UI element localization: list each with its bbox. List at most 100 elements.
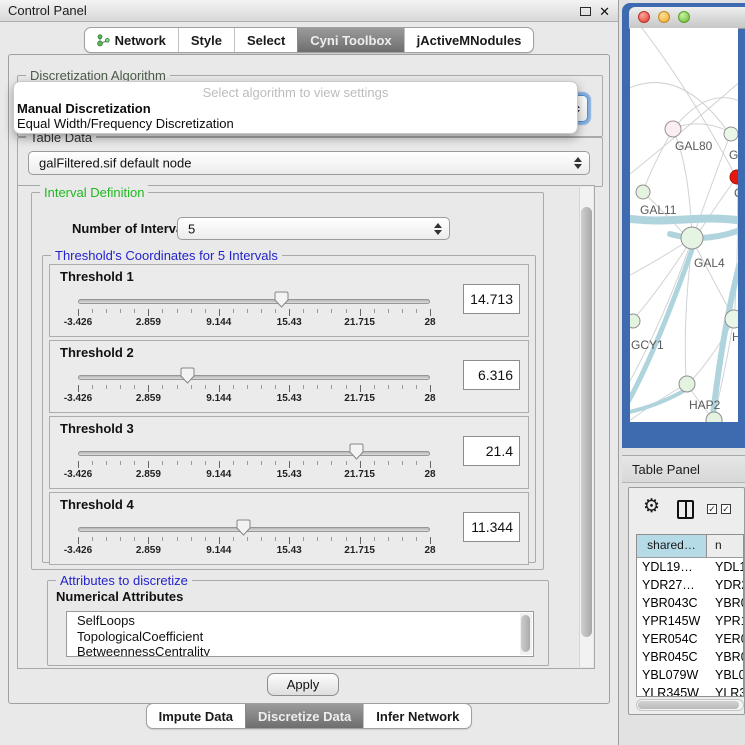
tick-mark — [289, 385, 290, 392]
tab-label: Select — [247, 33, 285, 48]
table-cell: YPR1 — [707, 612, 743, 630]
tab-network[interactable]: Network — [85, 28, 178, 52]
edge[interactable] — [643, 130, 673, 191]
network-node[interactable] — [724, 127, 738, 141]
slider-thumb-icon[interactable] — [236, 519, 251, 536]
table-row[interactable]: YLR345WYLR3 — [637, 684, 743, 697]
checkbox-icon[interactable]: ✓ — [707, 504, 717, 514]
attribute-item-betweennesscentrality[interactable]: BetweennessCentrality — [77, 644, 533, 657]
table-data-select[interactable]: galFiltered.sif default node — [28, 151, 590, 175]
table-panel-body: ⚙ ✓ ✓ shared…n YDL19…YDL1YDR27…YDR2YBR04… — [628, 487, 745, 715]
table-row[interactable]: YBR043CYBR0 — [637, 594, 743, 612]
tick-mark — [233, 461, 234, 465]
checkbox-icon[interactable]: ✓ — [721, 504, 731, 514]
table-row[interactable]: YDR27…YDR2 — [637, 576, 743, 594]
tick-label: 21.715 — [344, 469, 375, 480]
table-horizontal-scrollbar[interactable] — [636, 699, 744, 711]
algorithm-option-manual-discretization[interactable]: Manual Discretization — [14, 101, 577, 116]
threshold-slider[interactable]: -3.4262.8599.14415.4321.71528 — [78, 371, 430, 407]
tab-discretize-data[interactable]: Discretize Data — [245, 704, 363, 728]
list-scrollbar[interactable] — [520, 613, 532, 655]
tick-mark — [261, 461, 262, 465]
attribute-item-selfloops[interactable]: SelfLoops — [77, 613, 533, 629]
threshold-panel: Threshold 2 -3.4262.8599.14415.4321.7152… — [49, 340, 529, 413]
slider-track[interactable] — [78, 299, 430, 304]
network-canvas[interactable]: GAL80GACGAL11GAL4GCY1HHAP2 — [630, 28, 738, 422]
number-of-intervals-select[interactable]: 5 — [177, 217, 450, 240]
apply-button[interactable]: Apply — [267, 673, 339, 696]
tick-mark — [177, 385, 178, 389]
network-node[interactable] — [679, 376, 695, 392]
tab-cyni-toolbox[interactable]: Cyni Toolbox — [297, 28, 403, 52]
node-table[interactable]: shared…n YDL19…YDL1YDR27…YDR2YBR043CYBR0… — [636, 534, 744, 697]
table-cell: YDL19… — [637, 558, 707, 576]
minimize-traffic-light-icon[interactable] — [658, 11, 670, 23]
edge[interactable] — [694, 243, 732, 315]
scrollbar-thumb[interactable] — [581, 207, 592, 637]
table-row[interactable]: YER054CYER0 — [637, 630, 743, 648]
tab-style[interactable]: Style — [178, 28, 234, 52]
tick-mark — [430, 385, 431, 392]
network-window-titlebar[interactable] — [629, 7, 745, 29]
threshold-slider[interactable]: -3.4262.8599.14415.4321.71528 — [78, 523, 430, 559]
table-cell: YBL079W — [637, 666, 707, 684]
network-node[interactable] — [730, 170, 738, 184]
tick-mark — [388, 309, 389, 313]
tab-select[interactable]: Select — [234, 28, 297, 52]
tick-mark — [430, 461, 431, 468]
threshold-value-field[interactable] — [463, 360, 520, 390]
tick-mark — [162, 309, 163, 313]
network-node[interactable] — [636, 185, 650, 199]
tick-mark — [92, 461, 93, 465]
network-node[interactable] — [725, 310, 738, 328]
tab-impute-data[interactable]: Impute Data — [147, 704, 245, 728]
network-node[interactable] — [681, 227, 703, 249]
tick-mark — [303, 537, 304, 541]
tick-mark — [162, 461, 163, 465]
slider-thumb-icon[interactable] — [180, 367, 195, 384]
settings-scroll-pane: Interval Definition Number of Intervals … — [17, 185, 595, 669]
highlighted-edge[interactable] — [630, 389, 687, 413]
float-window-icon[interactable] — [580, 7, 591, 16]
tick-mark — [134, 385, 135, 389]
column-header-n[interactable]: n — [707, 535, 743, 557]
split-columns-icon[interactable] — [677, 500, 694, 519]
close-icon[interactable]: ✕ — [599, 1, 610, 22]
threshold-value-field[interactable] — [463, 436, 520, 466]
table-row[interactable]: YBL079WYBL0 — [637, 666, 743, 684]
highlighted-edge[interactable] — [630, 218, 738, 221]
slider-track[interactable] — [78, 451, 430, 456]
numerical-attributes-list[interactable]: SelfLoopsTopologicalCoefficientBetweenne… — [66, 611, 534, 657]
table-row[interactable]: YDL19…YDL1 — [637, 558, 743, 576]
threshold-value-field[interactable] — [463, 512, 520, 542]
algorithm-option-equal-width-frequency-discretization[interactable]: Equal Width/Frequency Discretization — [14, 116, 577, 131]
edge[interactable] — [630, 243, 684, 278]
edge[interactable] — [734, 180, 738, 322]
tick-mark — [374, 309, 375, 313]
slider-thumb-icon[interactable] — [274, 291, 289, 308]
slider-track[interactable] — [78, 527, 430, 532]
column-header-shared[interactable]: shared… — [637, 535, 707, 557]
tick-label: 28 — [424, 317, 435, 328]
close-traffic-light-icon[interactable] — [638, 11, 650, 23]
threshold-slider[interactable]: -3.4262.8599.14415.4321.71528 — [78, 447, 430, 483]
tick-mark — [289, 309, 290, 316]
threshold-slider[interactable]: -3.4262.8599.14415.4321.71528 — [78, 295, 430, 331]
table-row[interactable]: YBR045CYBR0 — [637, 648, 743, 666]
tick-mark — [317, 385, 318, 389]
zoom-traffic-light-icon[interactable] — [678, 11, 690, 23]
slider-thumb-icon[interactable] — [349, 443, 364, 460]
tab-label: Infer Network — [376, 709, 459, 724]
tab-jactivemnodules[interactable]: jActiveMNodules — [404, 28, 534, 52]
network-node[interactable] — [665, 121, 681, 137]
slider-track[interactable] — [78, 375, 430, 380]
gear-icon[interactable]: ⚙ — [643, 495, 660, 518]
table-row[interactable]: YPR145WYPR1 — [637, 612, 743, 630]
tick-mark — [219, 537, 220, 544]
settings-vertical-scrollbar[interactable] — [579, 187, 593, 667]
scrollbar-thumb[interactable] — [638, 701, 739, 709]
attribute-item-topologicalcoefficient[interactable]: TopologicalCoefficient — [77, 629, 533, 645]
network-node[interactable] — [630, 314, 640, 328]
threshold-value-field[interactable] — [463, 284, 520, 314]
tab-infer-network[interactable]: Infer Network — [363, 704, 471, 728]
